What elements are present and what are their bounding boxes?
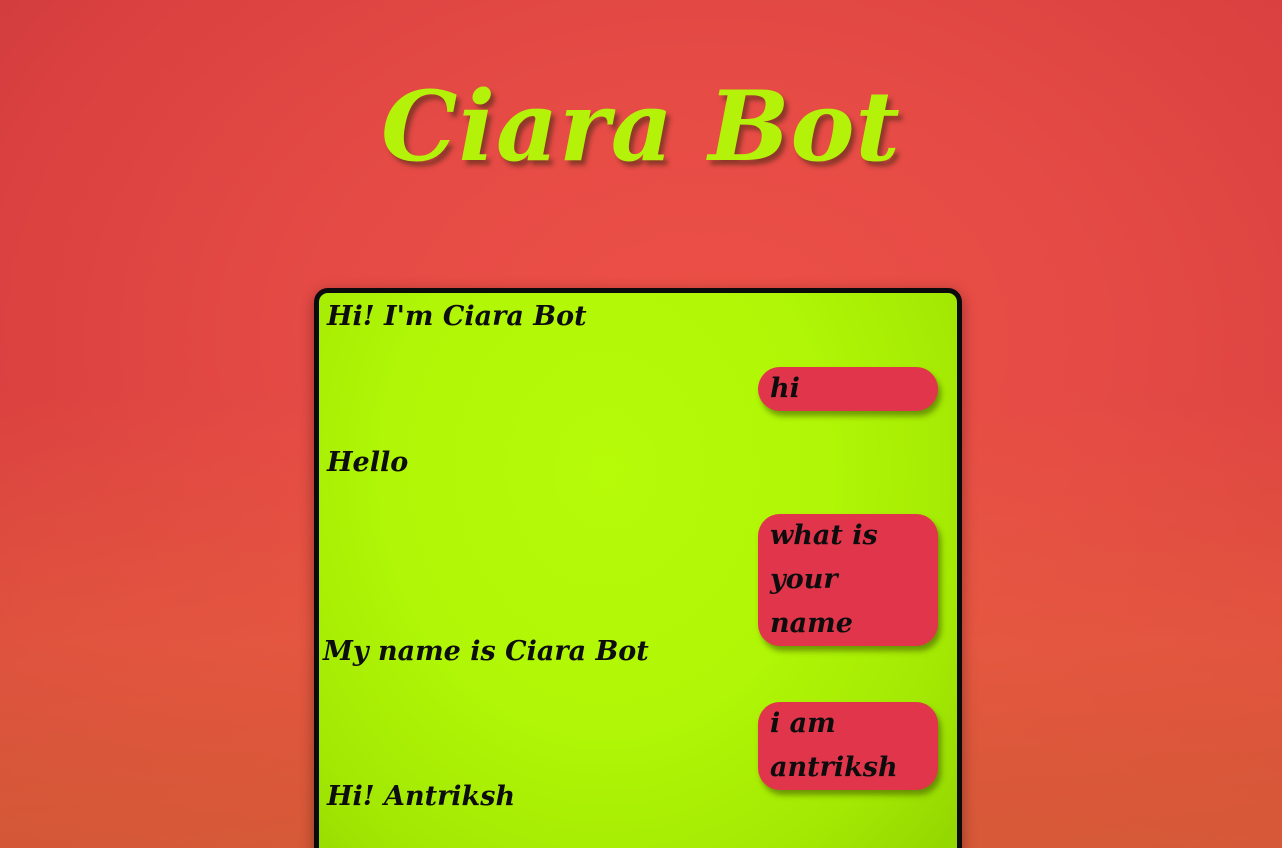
bot-message: Hi! I'm Ciara Bot [327,301,587,332]
bot-message: Hello [327,447,409,478]
user-message: i am antriksh [758,702,938,790]
user-message: hi [758,367,938,411]
bot-message: My name is Ciara Bot [323,636,649,667]
chat-window[interactable]: Hi! I'm Ciara Bot hi Hello what is your … [314,288,962,848]
app-title: Ciara Bot [381,70,901,183]
bot-message: Hi! Antriksh [327,781,516,812]
user-message: what is your name [758,514,938,646]
